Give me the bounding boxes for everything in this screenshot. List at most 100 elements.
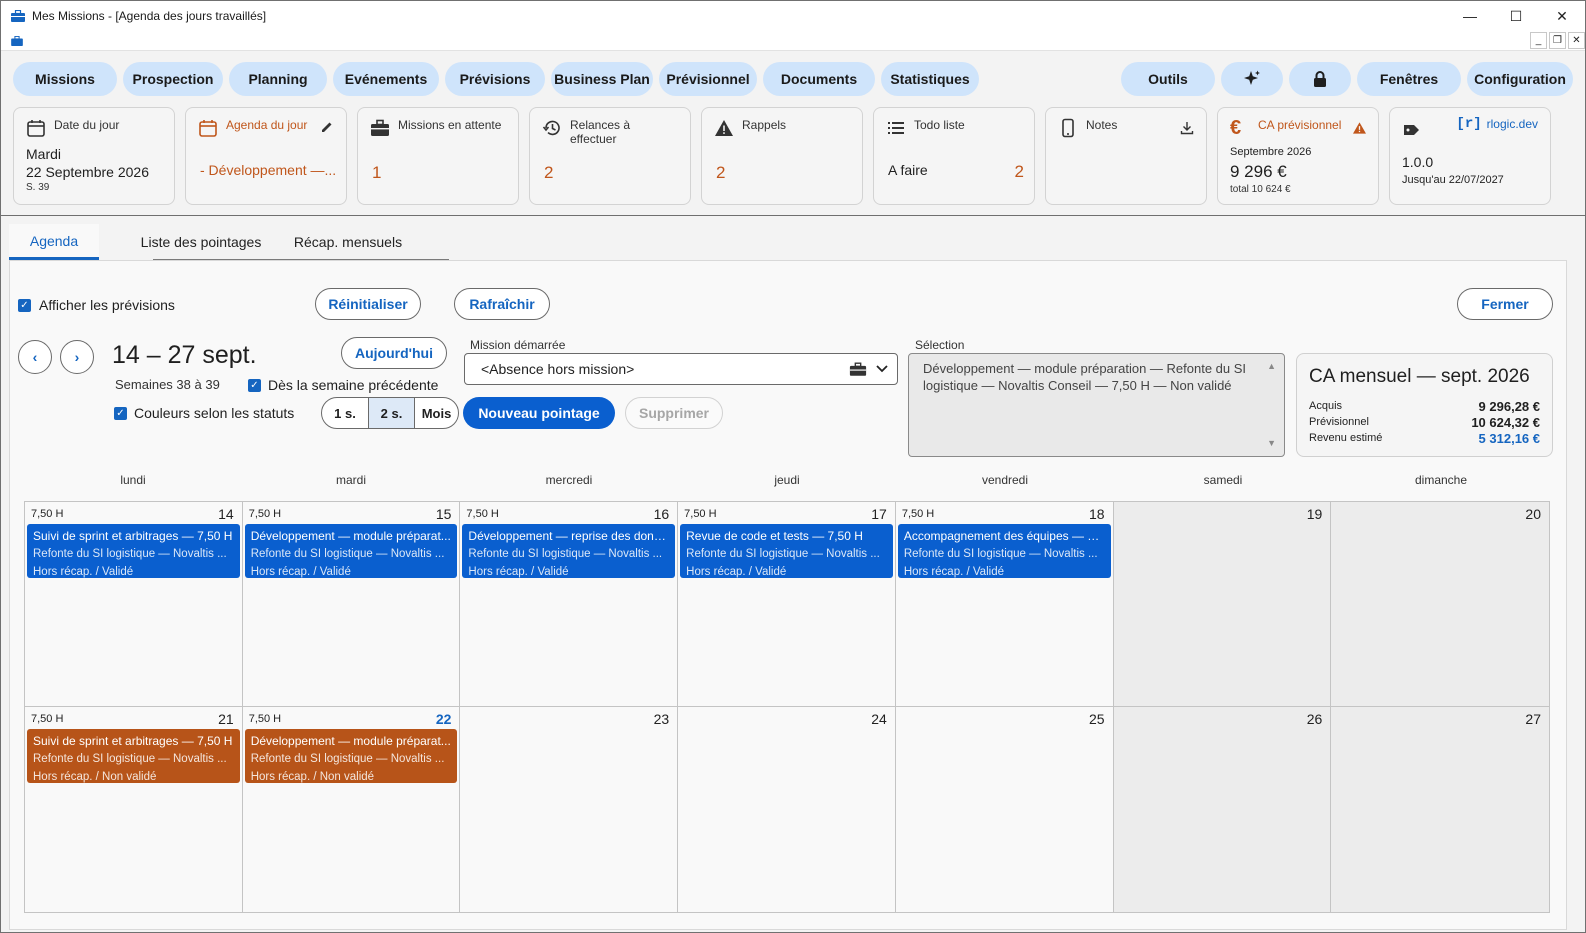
nav-evenements[interactable]: Evénements (333, 62, 439, 96)
calendar-event[interactable]: Accompagnement des équipes — 7,... Refont… (897, 524, 1111, 578)
card-agenda[interactable]: Agenda du jour - Développement —... (185, 107, 347, 205)
phone-icon (1062, 118, 1074, 138)
mdi-bar: _ ❐ ✕ (1, 31, 1585, 51)
day-of-week-label: lundi (120, 473, 146, 487)
show-forecast-label: Afficher les prévisions (39, 297, 175, 313)
day-hours: 7,50 H (248, 713, 282, 725)
card-ca-month: Septembre 2026 (1230, 146, 1312, 158)
event-project: Refonte du SI logistique — Novaltis ... (250, 548, 445, 560)
day-number: 21 (218, 711, 234, 727)
view-month[interactable]: Mois (414, 398, 458, 428)
status-colors-label: Couleurs selon les statuts (134, 405, 295, 421)
card-license[interactable]: [r] rlogic.dev 1.0.0 Jusqu'au 22/07/2027 (1389, 107, 1551, 205)
card-relances[interactable]: Relances à effectuer 2 (529, 107, 691, 205)
view-2-weeks[interactable]: 2 s. (368, 398, 414, 428)
close-window-button[interactable]: ✕ (1539, 1, 1585, 31)
refresh-button[interactable]: Rafraîchir (454, 288, 550, 320)
calendar-event[interactable]: Développement — reprise des donn... Refon… (462, 524, 676, 578)
card-notes[interactable]: Notes (1045, 107, 1207, 205)
card-missions[interactable]: Missions en attente 1 (357, 107, 519, 205)
from-prev-week-checkbox[interactable]: ✓ (248, 378, 261, 392)
mdi-restore-button[interactable]: ❐ (1549, 32, 1566, 49)
calendar-day-cell[interactable]: 24 (678, 707, 896, 912)
calendar-day-cell[interactable]: 7,50 H 22 Développement — module préparat.… (242, 707, 461, 912)
event-title: Développement — module préparat... (250, 529, 451, 543)
calendar-day-cell[interactable]: 7,50 H 16 Développement — reprise des donn… (460, 502, 679, 707)
nav-lock[interactable] (1289, 62, 1351, 96)
new-entry-button[interactable]: Nouveau pointage (463, 397, 615, 429)
card-date-week: S. 39 (26, 182, 50, 193)
close-button[interactable]: Fermer (1457, 288, 1553, 320)
day-number: 18 (1088, 506, 1105, 522)
card-rappels[interactable]: Rappels 2 (701, 107, 863, 205)
card-relances-label: Relances à effectuer (570, 118, 631, 146)
pencil-icon[interactable] (320, 120, 334, 134)
tab-recap[interactable]: Récap. mensuels (283, 224, 413, 260)
tab-pointages[interactable]: Liste des pointages (129, 224, 273, 260)
calendar-day-cell[interactable]: 7,50 H 15 Développement — module préparat.… (242, 502, 461, 707)
tab-bar: Agenda Liste des pointages Récap. mensue… (9, 224, 413, 260)
card-todo-item: A faire (888, 162, 928, 178)
calendar-day-cell[interactable]: 26 (1113, 707, 1332, 912)
scroll-down-icon[interactable]: ▼ (1267, 435, 1276, 452)
nav-business-plan[interactable]: Business Plan (551, 62, 653, 96)
calendar-event[interactable]: Suivi de sprint et arbitrages — 7,50 H Re… (27, 524, 240, 578)
nav-previsionnel[interactable]: Prévisionnel (659, 62, 757, 96)
ca-mensuel-title: CA mensuel — sept. 2026 (1309, 366, 1530, 387)
calendar-day-cell[interactable]: 25 (895, 707, 1114, 912)
event-project: Refonte du SI logistique — Novaltis ... (250, 753, 445, 765)
calendar-event[interactable]: Développement — module préparat... Refont… (244, 524, 458, 578)
from-prev-week-row[interactable]: ✓ Dès la semaine précédente (248, 377, 438, 393)
show-forecast-checkbox[interactable]: ✓ (18, 298, 31, 312)
card-date[interactable]: Date du jour Mardi 22 Septembre 2026 S. … (13, 107, 175, 205)
nav-documents[interactable]: Documents (763, 62, 875, 96)
calendar-event[interactable]: Suivi de sprint et arbitrages — 7,50 H Re… (27, 729, 240, 783)
card-todo[interactable]: Todo liste A faire 2 (873, 107, 1035, 205)
maximize-button[interactable]: ☐ (1493, 1, 1539, 31)
view-1-week[interactable]: 1 s. (322, 398, 368, 428)
calendar-day-cell[interactable]: 7,50 H 18 Accompagnement des équipes — 7,.… (895, 502, 1114, 707)
nav-outils[interactable]: Outils (1121, 62, 1215, 96)
status-colors-row[interactable]: ✓ Couleurs selon les statuts (114, 405, 294, 421)
nav-missions[interactable]: Missions (13, 62, 117, 96)
day-number: 27 (1525, 711, 1541, 727)
selection-textarea[interactable]: Développement — module préparation — Ref… (908, 353, 1285, 457)
card-ca[interactable]: € CA prévisionnel Septembre 2026 9 296 €… (1217, 107, 1379, 205)
event-title: Suivi de sprint et arbitrages — 7,50 H (33, 529, 233, 543)
calendar-day-cell[interactable]: 7,50 H 21 Suivi de sprint et arbitrages — … (25, 707, 243, 912)
next-period-button[interactable]: › (60, 340, 94, 374)
show-forecast-row[interactable]: ✓ Afficher les prévisions (18, 297, 175, 313)
nav-planning[interactable]: Planning (229, 62, 327, 96)
nav-configuration[interactable]: Configuration (1467, 62, 1573, 96)
event-project: Refonte du SI logistique — Novaltis ... (468, 548, 663, 560)
calendar-day-cell[interactable]: 19 (1113, 502, 1332, 707)
card-license-version: 1.0.0 (1402, 154, 1434, 170)
calendar-day-cell[interactable]: 23 (460, 707, 679, 912)
calendar-day-cell[interactable]: 27 (1331, 707, 1549, 912)
scroll-up-icon[interactable]: ▲ (1267, 358, 1276, 375)
mission-select[interactable]: <Absence hors mission> (464, 353, 898, 385)
mdi-minimize-button[interactable]: _ (1530, 32, 1547, 49)
calendar-day-cell[interactable]: 7,50 H 17 Revue de code et tests — 7,50 HR… (678, 502, 896, 707)
today-button[interactable]: Aujourd'hui (341, 337, 447, 369)
prev-period-button[interactable]: ‹ (18, 340, 52, 374)
minimize-button[interactable]: — (1447, 1, 1493, 31)
reset-button[interactable]: Réinitialiser (315, 288, 421, 320)
nav-fenetres[interactable]: Fenêtres (1357, 62, 1461, 96)
ca-acquis-value: 9 296,28 € (1478, 398, 1540, 414)
mdi-close-button[interactable]: ✕ (1568, 32, 1585, 49)
status-colors-checkbox[interactable]: ✓ (114, 406, 127, 420)
nav-ai[interactable] (1221, 62, 1283, 96)
nav-prospection[interactable]: Prospection (123, 62, 223, 96)
calendar-event[interactable]: Développement — module préparat... Refont… (244, 729, 458, 783)
calendar-day-cell[interactable]: 7,50 H 14 Suivi de sprint et arbitrages — … (25, 502, 243, 707)
event-status: Hors récap. / Validé (686, 566, 787, 578)
nav-statistiques[interactable]: Statistiques (881, 62, 979, 96)
calendar-day-cell[interactable]: 20 (1331, 502, 1549, 707)
tab-agenda[interactable]: Agenda (9, 224, 99, 260)
ca-acquis-row: Acquis 9 296,28 € (1309, 398, 1540, 414)
event-status: Hors récap. / Validé (250, 566, 351, 578)
calendar-event[interactable]: Revue de code et tests — 7,50 H Refonte d… (680, 524, 893, 578)
download-icon[interactable] (1180, 121, 1194, 135)
nav-previsions[interactable]: Prévisions (445, 62, 545, 96)
